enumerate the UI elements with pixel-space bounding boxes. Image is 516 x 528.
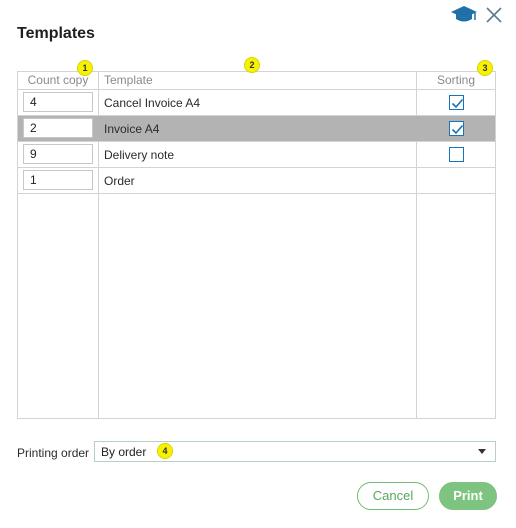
printing-order-select[interactable]: By order (94, 441, 496, 462)
annotation-badge-3: 3 (477, 60, 493, 76)
count-copy-input[interactable] (23, 118, 93, 138)
count-copy-input[interactable] (23, 92, 93, 112)
graduation-cap-icon[interactable] (450, 3, 478, 25)
header-template[interactable]: Template (104, 73, 153, 87)
annotation-badge-1: 1 (77, 60, 93, 76)
annotation-badge-2: 2 (244, 57, 260, 73)
table-row[interactable]: Order (18, 168, 495, 194)
dialog-title: Templates (17, 25, 95, 42)
sorting-checkbox[interactable] (449, 147, 464, 162)
printing-order-value: By order (101, 445, 147, 459)
cancel-button[interactable]: Cancel (357, 482, 429, 510)
grid-header: Count copy Template Sorting (18, 72, 495, 90)
count-copy-input[interactable] (23, 170, 93, 190)
sorting-checkbox[interactable] (449, 121, 464, 136)
sorting-checkbox[interactable] (449, 95, 464, 110)
table-row[interactable]: Delivery note (18, 142, 495, 168)
templates-grid: Count copy Template Sorting Cancel Invoi… (17, 71, 496, 419)
printing-order-label: Printing order (17, 446, 90, 460)
chevron-down-icon (478, 449, 486, 454)
annotation-badge-4: 4 (157, 443, 173, 459)
dialog-top-icons (450, 3, 510, 25)
template-name: Invoice A4 (104, 122, 160, 136)
template-name: Delivery note (104, 148, 175, 162)
print-button[interactable]: Print (439, 482, 497, 510)
template-name: Order (104, 174, 135, 188)
close-icon[interactable] (484, 5, 504, 25)
count-copy-input[interactable] (23, 144, 93, 164)
table-row[interactable]: Invoice A4 (18, 116, 495, 142)
table-row[interactable]: Cancel Invoice A4 (18, 90, 495, 116)
template-name: Cancel Invoice A4 (104, 96, 201, 110)
